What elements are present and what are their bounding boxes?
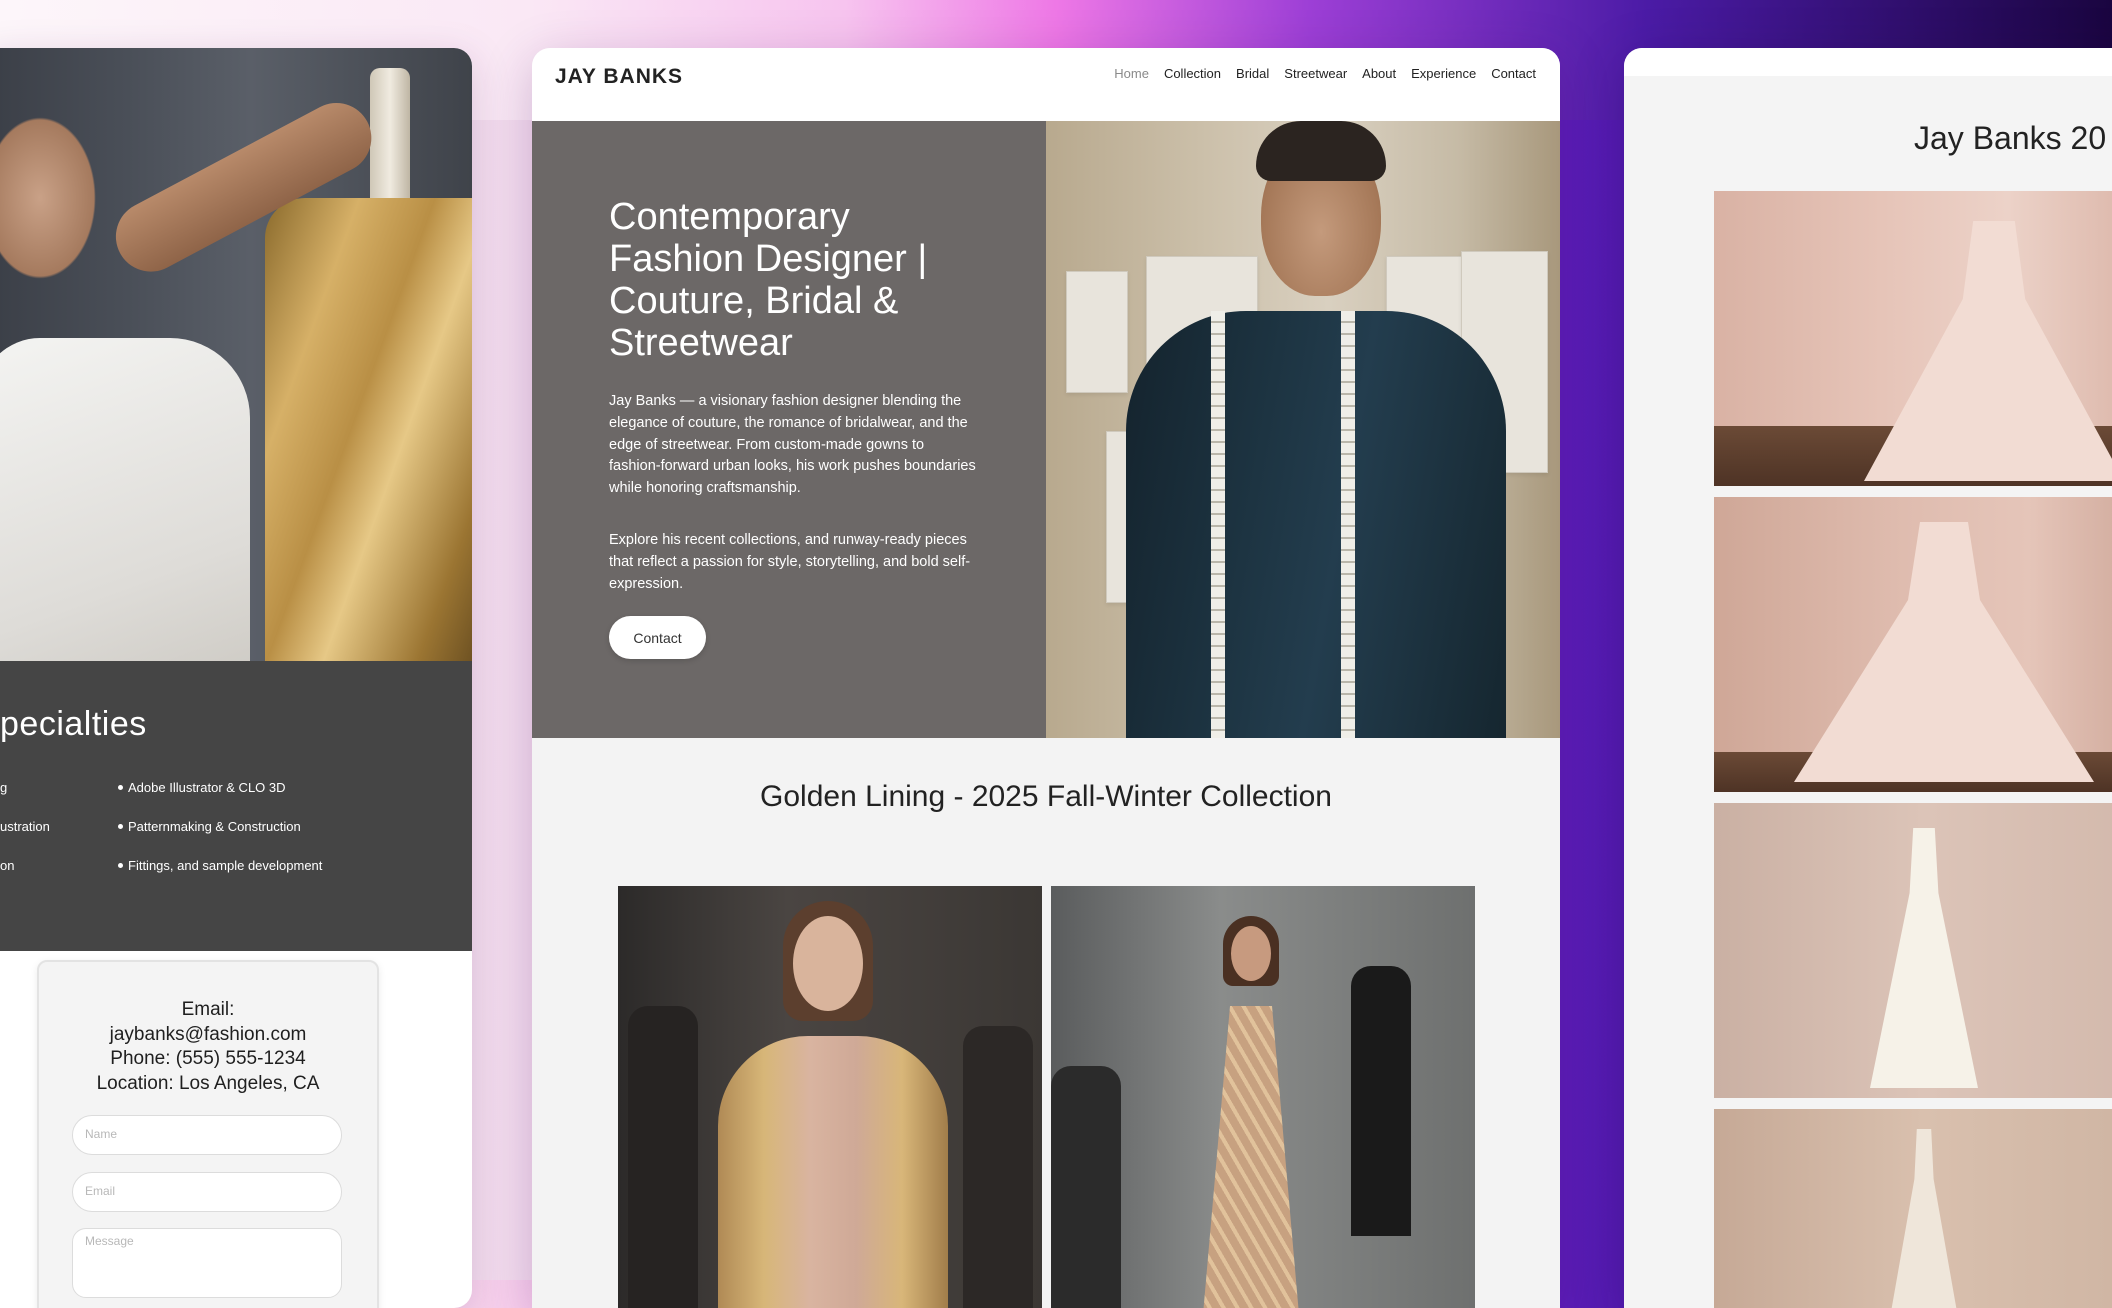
left-preview-card: pecialties g ustration on Adobe Illustra… (0, 48, 472, 1308)
gown-shape (1794, 522, 2094, 782)
mannequin-shape (370, 68, 410, 208)
gold-jacket-shape (265, 198, 472, 661)
nav-about[interactable]: About (1362, 66, 1396, 81)
nav-bridal[interactable]: Bridal (1236, 66, 1269, 81)
model-face-shape (793, 916, 863, 1011)
phone-value: Phone: (555) 555-1234 (110, 1048, 306, 1069)
name-field[interactable]: Name (72, 1115, 342, 1155)
bridal-gown-photo-1[interactable] (1714, 191, 2112, 486)
hero-description: Jay Banks — a visionary fashion designer… (609, 393, 976, 497)
collection-title: Golden Lining - 2025 Fall-Winter Collect… (760, 780, 1332, 813)
hero-title: Contemporary Fashion Designer | Couture,… (609, 196, 928, 364)
specialties-column-1: g ustration on (0, 779, 50, 896)
email-value: jaybanks@fashion.com (109, 1023, 307, 1045)
specialty-item: Adobe Illustrator & CLO 3D (118, 779, 322, 818)
specialties-section: pecialties g ustration on Adobe Illustra… (0, 661, 472, 951)
runway-photo-1[interactable] (618, 886, 1042, 1308)
nav-collection[interactable]: Collection (1164, 66, 1221, 81)
specialty-item: ustration (0, 819, 50, 834)
contact-card: Email: jaybanks@fashion.com Phone: (555)… (37, 960, 379, 1308)
nav-contact[interactable]: Contact (1491, 66, 1536, 81)
main-site-preview: JAY BANKS Home Collection Bridal Streetw… (532, 48, 1560, 1308)
measuring-tape-shape (1341, 311, 1355, 738)
brand-logo[interactable]: JAY BANKS (555, 65, 683, 89)
bridal-gown-photo-3[interactable] (1714, 803, 2112, 1098)
right-card-header-bar (1624, 48, 2112, 76)
specialties-column-2: Adobe Illustrator & CLO 3D Patternmaking… (118, 779, 322, 896)
navbar: JAY BANKS Home Collection Bridal Streetw… (532, 48, 1560, 121)
hero-text-panel: Contemporary Fashion Designer | Couture,… (532, 121, 1046, 738)
runway-photo-2[interactable] (1051, 886, 1475, 1308)
contact-info: Email: jaybanks@fashion.com Phone: (555)… (39, 998, 377, 1096)
gown-shape (1888, 1129, 1960, 1308)
suit-shape (1126, 311, 1506, 738)
measuring-tape-shape (1211, 311, 1225, 738)
bridal-gown-photo-2[interactable] (1714, 497, 2112, 792)
designer-portrait-photo (1046, 121, 1560, 738)
right-preview-card: Jay Banks 20 (1624, 48, 2112, 1308)
hero-description-secondary: Explore his recent collections, and runw… (609, 532, 971, 592)
bridal-collection-title: Jay Banks 20 (1914, 120, 2107, 156)
email-label: Email: (181, 999, 235, 1020)
gold-coat-shape (718, 1036, 948, 1308)
nav-home[interactable]: Home (1114, 66, 1149, 81)
specialty-item: Fittings, and sample development (118, 857, 322, 896)
nav-streetwear[interactable]: Streetwear (1284, 66, 1347, 81)
model-face-shape (1231, 926, 1271, 981)
audience-shape (1051, 1066, 1121, 1308)
sketch-paper (1066, 271, 1128, 393)
specialty-item: g (0, 780, 8, 795)
audience-shape (628, 1006, 698, 1308)
email-field[interactable]: Email (72, 1172, 342, 1212)
specialty-item: Patternmaking & Construction (118, 818, 322, 857)
audience-shape (963, 1026, 1033, 1308)
gown-shape (1864, 221, 2112, 481)
portrait-hair-shape (1256, 121, 1386, 181)
contact-button[interactable]: Contact (609, 616, 706, 659)
location-value: Location: Los Angeles, CA (96, 1072, 320, 1094)
audience-shape (1351, 966, 1411, 1236)
specialty-item: on (0, 858, 15, 873)
gold-dress-shape (1202, 1006, 1300, 1308)
main-nav: Home Collection Bridal Streetwear About … (1114, 66, 1536, 81)
designer-at-work-photo (0, 48, 472, 661)
designer-shirt-shape (0, 338, 250, 661)
specialties-title: pecialties (0, 705, 147, 743)
bridal-gown-photo-4[interactable] (1714, 1109, 2112, 1308)
nav-experience[interactable]: Experience (1411, 66, 1476, 81)
gown-shape (1870, 828, 1978, 1088)
message-field[interactable]: Message (72, 1228, 342, 1298)
